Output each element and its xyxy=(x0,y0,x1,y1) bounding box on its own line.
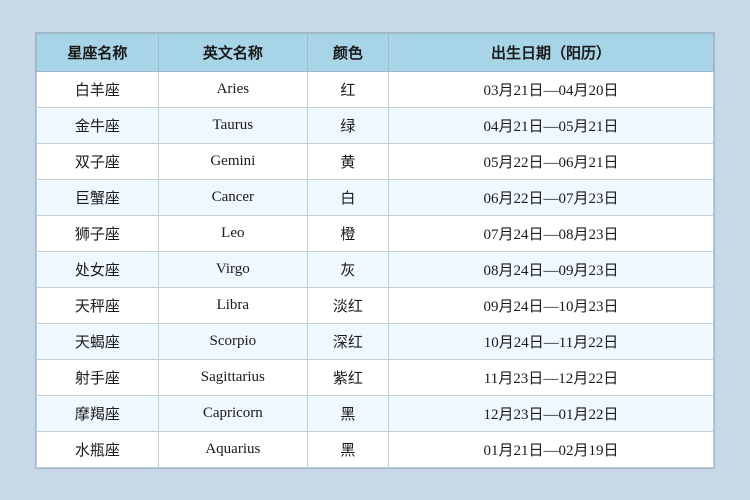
cell-chinese: 巨蟹座 xyxy=(37,179,159,215)
cell-date: 11月23日—12月22日 xyxy=(389,359,714,395)
table-row: 摩羯座Capricorn黑12月23日—01月22日 xyxy=(37,395,714,431)
table-row: 狮子座Leo橙07月24日—08月23日 xyxy=(37,215,714,251)
table-row: 天秤座Libra淡红09月24日—10月23日 xyxy=(37,287,714,323)
cell-english: Sagittarius xyxy=(158,359,307,395)
cell-date: 10月24日—11月22日 xyxy=(389,323,714,359)
cell-english: Libra xyxy=(158,287,307,323)
table-header-row: 星座名称 英文名称 颜色 出生日期（阳历） xyxy=(37,33,714,71)
table-row: 射手座Sagittarius紫红11月23日—12月22日 xyxy=(37,359,714,395)
cell-chinese: 射手座 xyxy=(37,359,159,395)
cell-color: 红 xyxy=(307,71,388,107)
cell-english: Gemini xyxy=(158,143,307,179)
cell-chinese: 白羊座 xyxy=(37,71,159,107)
cell-color: 白 xyxy=(307,179,388,215)
header-english: 英文名称 xyxy=(158,33,307,71)
table-row: 水瓶座Aquarius黑01月21日—02月19日 xyxy=(37,431,714,467)
table-row: 白羊座Aries红03月21日—04月20日 xyxy=(37,71,714,107)
cell-chinese: 狮子座 xyxy=(37,215,159,251)
cell-color: 淡红 xyxy=(307,287,388,323)
cell-chinese: 金牛座 xyxy=(37,107,159,143)
cell-chinese: 天蝎座 xyxy=(37,323,159,359)
cell-color: 深红 xyxy=(307,323,388,359)
cell-english: Scorpio xyxy=(158,323,307,359)
table-row: 天蝎座Scorpio深红10月24日—11月22日 xyxy=(37,323,714,359)
table-row: 金牛座Taurus绿04月21日—05月21日 xyxy=(37,107,714,143)
cell-chinese: 水瓶座 xyxy=(37,431,159,467)
cell-date: 05月22日—06月21日 xyxy=(389,143,714,179)
cell-date: 04月21日—05月21日 xyxy=(389,107,714,143)
cell-english: Capricorn xyxy=(158,395,307,431)
cell-color: 绿 xyxy=(307,107,388,143)
table-body: 白羊座Aries红03月21日—04月20日金牛座Taurus绿04月21日—0… xyxy=(37,71,714,467)
cell-date: 12月23日—01月22日 xyxy=(389,395,714,431)
cell-color: 黄 xyxy=(307,143,388,179)
cell-date: 08月24日—09月23日 xyxy=(389,251,714,287)
cell-english: Virgo xyxy=(158,251,307,287)
cell-color: 黑 xyxy=(307,395,388,431)
table-row: 巨蟹座Cancer白06月22日—07月23日 xyxy=(37,179,714,215)
cell-color: 紫红 xyxy=(307,359,388,395)
table-row: 双子座Gemini黄05月22日—06月21日 xyxy=(37,143,714,179)
cell-date: 03月21日—04月20日 xyxy=(389,71,714,107)
cell-chinese: 天秤座 xyxy=(37,287,159,323)
cell-english: Aquarius xyxy=(158,431,307,467)
header-chinese: 星座名称 xyxy=(37,33,159,71)
cell-color: 黑 xyxy=(307,431,388,467)
zodiac-table-container: 星座名称 英文名称 颜色 出生日期（阳历） 白羊座Aries红03月21日—04… xyxy=(35,32,715,469)
header-color: 颜色 xyxy=(307,33,388,71)
cell-color: 橙 xyxy=(307,215,388,251)
cell-chinese: 双子座 xyxy=(37,143,159,179)
header-date: 出生日期（阳历） xyxy=(389,33,714,71)
cell-date: 01月21日—02月19日 xyxy=(389,431,714,467)
cell-chinese: 摩羯座 xyxy=(37,395,159,431)
cell-date: 07月24日—08月23日 xyxy=(389,215,714,251)
cell-date: 06月22日—07月23日 xyxy=(389,179,714,215)
cell-english: Cancer xyxy=(158,179,307,215)
cell-english: Aries xyxy=(158,71,307,107)
cell-english: Taurus xyxy=(158,107,307,143)
table-row: 处女座Virgo灰08月24日—09月23日 xyxy=(37,251,714,287)
cell-chinese: 处女座 xyxy=(37,251,159,287)
cell-color: 灰 xyxy=(307,251,388,287)
cell-date: 09月24日—10月23日 xyxy=(389,287,714,323)
cell-english: Leo xyxy=(158,215,307,251)
zodiac-table: 星座名称 英文名称 颜色 出生日期（阳历） 白羊座Aries红03月21日—04… xyxy=(36,33,714,468)
